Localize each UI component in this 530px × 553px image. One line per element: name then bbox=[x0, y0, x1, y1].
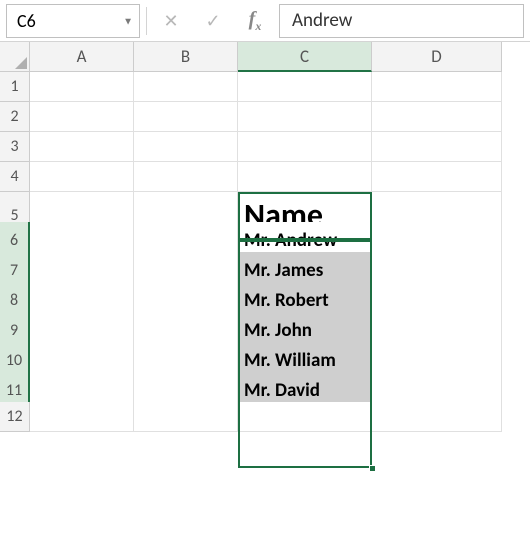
cell-A1[interactable] bbox=[30, 72, 134, 102]
cell-B4[interactable] bbox=[134, 162, 238, 192]
dropdown-icon[interactable]: ▼ bbox=[123, 14, 133, 27]
select-all-corner[interactable] bbox=[0, 42, 30, 72]
cell-D2[interactable] bbox=[372, 102, 502, 132]
cell-C3[interactable] bbox=[238, 132, 372, 162]
fill-handle[interactable] bbox=[369, 465, 376, 472]
cell-B12[interactable] bbox=[134, 402, 238, 432]
row-header-4[interactable]: 4 bbox=[0, 162, 30, 192]
row-header-1[interactable]: 1 bbox=[0, 72, 30, 102]
formula-bar: C6 ▼ ✕ ✓ fx Andrew bbox=[0, 0, 530, 42]
formula-value: Andrew bbox=[292, 9, 352, 32]
check-icon: ✓ bbox=[205, 10, 220, 32]
row-header-2[interactable]: 2 bbox=[0, 102, 30, 132]
cell-B2[interactable] bbox=[134, 102, 238, 132]
fx-button[interactable]: fx bbox=[237, 4, 273, 38]
fx-icon: fx bbox=[249, 8, 262, 34]
grid: A B C D 1 2 3 4 5 Name 6 bbox=[0, 42, 530, 432]
row-header-3[interactable]: 3 bbox=[0, 132, 30, 162]
separator bbox=[146, 7, 147, 35]
spreadsheet-area: A B C D 1 2 3 4 5 Name 6 bbox=[0, 42, 530, 432]
col-header-B[interactable]: B bbox=[134, 42, 238, 72]
cell-B1[interactable] bbox=[134, 72, 238, 102]
cell-C4[interactable] bbox=[238, 162, 372, 192]
formula-input[interactable]: Andrew bbox=[279, 4, 524, 38]
cell-C1[interactable] bbox=[238, 72, 372, 102]
name-box-value: C6 bbox=[17, 10, 36, 32]
col-header-D[interactable]: D bbox=[372, 42, 502, 72]
enter-button[interactable]: ✓ bbox=[195, 4, 231, 38]
col-header-A[interactable]: A bbox=[30, 42, 134, 72]
cell-B3[interactable] bbox=[134, 132, 238, 162]
row-header-12[interactable]: 12 bbox=[0, 402, 30, 432]
cell-C12[interactable] bbox=[238, 402, 372, 432]
cell-A12[interactable] bbox=[30, 402, 134, 432]
cancel-button[interactable]: ✕ bbox=[153, 4, 189, 38]
col-header-C[interactable]: C bbox=[238, 42, 372, 72]
cell-D4[interactable] bbox=[372, 162, 502, 192]
cell-D12[interactable] bbox=[372, 402, 502, 432]
cell-A3[interactable] bbox=[30, 132, 134, 162]
cell-A4[interactable] bbox=[30, 162, 134, 192]
cell-A2[interactable] bbox=[30, 102, 134, 132]
cell-C2[interactable] bbox=[238, 102, 372, 132]
cell-D3[interactable] bbox=[372, 132, 502, 162]
name-box[interactable]: C6 ▼ bbox=[6, 4, 140, 38]
x-icon: ✕ bbox=[163, 10, 178, 32]
cell-D1[interactable] bbox=[372, 72, 502, 102]
